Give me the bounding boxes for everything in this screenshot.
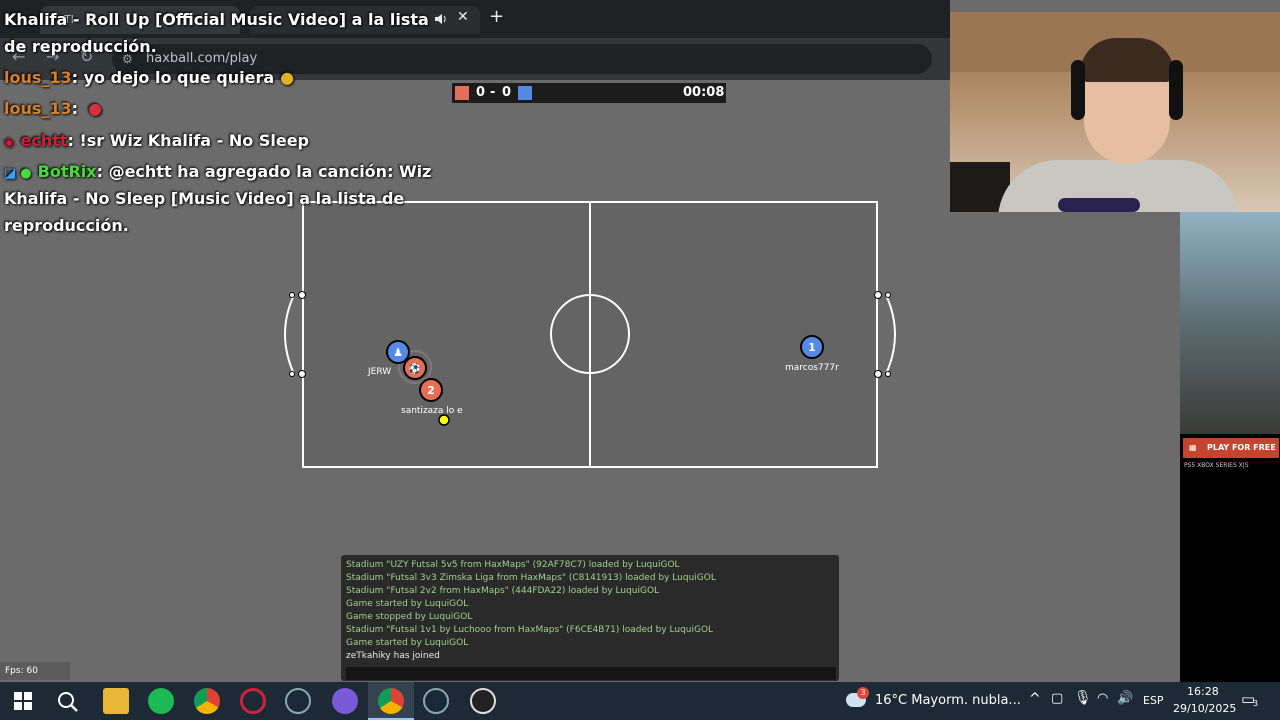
chat-line: reproducción. [4, 216, 129, 235]
close-tab-icon[interactable]: ✕ [457, 9, 469, 25]
blue-team-swatch [518, 86, 532, 100]
headphone-left [1071, 60, 1085, 120]
ad-cta-label: PLAY FOR FREE [1207, 443, 1276, 452]
chat-username: BotRix [37, 162, 97, 181]
chat-line: Khalifa - Roll Up [Official Music Video]… [4, 10, 429, 29]
headphone-right [1169, 60, 1183, 120]
log-line: Stadium "Futsal 1v1 by Luchooo from HaxM… [346, 625, 714, 635]
chat-text: Khalifa - No Sleep [Music Video] a la li… [4, 189, 405, 208]
emote-icon: ● [280, 68, 295, 87]
chat-text: de reproducción. [4, 37, 157, 56]
chat-text: : [71, 99, 79, 118]
player-name-marcos: marcos777r [785, 363, 839, 373]
goal-post [885, 292, 891, 298]
ad-image [1180, 212, 1280, 434]
player-name-jerw: JERW [368, 367, 392, 377]
goal-left [284, 294, 295, 375]
log-line: Stadium "Futsal 3v3 Zimska Liga from Hax… [346, 573, 716, 583]
badge-icon: ◉ [4, 135, 15, 149]
windows-taskbar: 3 16°C Mayorm. nubla... ^ ▢ 🎙 ◠ 🔊 ESP 16… [0, 682, 1280, 720]
url-text: haxball.com/play [146, 51, 258, 66]
log-line: Stadium "UZY Futsal 5v5 from HaxMaps" (9… [346, 560, 680, 570]
spotify-icon[interactable] [148, 688, 174, 714]
steam-icon[interactable] [285, 688, 311, 714]
score-blue: 0 [502, 85, 512, 100]
bot-badge-icon: ◪ [4, 166, 17, 181]
player-name-santizaza: santizaza lo e [401, 406, 463, 416]
chat-line: ◪ ● BotRix: @echtt ha agregado la canción:… [4, 162, 431, 181]
chrome-active-icon[interactable] [378, 688, 404, 714]
obs-icon[interactable] [470, 688, 496, 714]
meet-now-icon[interactable]: ▢ [1051, 691, 1063, 706]
new-tab-button[interactable]: + [489, 6, 504, 27]
chat-text: Khalifa - Roll Up [Official Music Video]… [4, 10, 429, 29]
log-line: Stadium "Futsal 2v2 from HaxMaps" (444FD… [346, 586, 660, 596]
ad-cta-button[interactable]: ▦ PLAY FOR FREE [1183, 438, 1279, 458]
chat-username: echtt [20, 131, 68, 150]
game-chat-input[interactable] [346, 667, 836, 680]
chat-username: lous_13 [4, 68, 72, 87]
game-field[interactable]: JERW santizaza lo e marcos777r [302, 201, 878, 468]
webcam-feed [950, 12, 1280, 212]
microphone [1058, 198, 1140, 212]
chat-line: Khalifa - No Sleep [Music Video] a la li… [4, 189, 404, 208]
goal-post [885, 371, 891, 377]
windows-start-icon[interactable] [14, 692, 32, 710]
chat-text: : !sr Wiz Khalifa - No Sleep [67, 131, 309, 150]
file-explorer-icon[interactable] [103, 688, 129, 714]
chat-line: lous_13: ● [4, 99, 102, 118]
game-timer: 00:08 [683, 85, 725, 100]
fps-counter: Fps: 60 [0, 662, 70, 680]
red-team-swatch [455, 86, 469, 100]
wifi-icon[interactable]: ◠ [1097, 691, 1108, 706]
goal-right [885, 294, 896, 375]
chat-username: lous_13 [4, 99, 72, 118]
chrome-icon[interactable] [194, 688, 220, 714]
weather-text[interactable]: 16°C Mayorm. nubla... [875, 693, 1021, 708]
chat-text: reproducción. [4, 216, 129, 235]
notification-count: 3 [1253, 699, 1259, 708]
chevron-up-icon[interactable]: ^ [1029, 691, 1041, 707]
log-line: zeTkahiky has joined [346, 651, 440, 661]
hair [1080, 38, 1174, 82]
field-lines [302, 201, 878, 468]
ad-banner[interactable]: ▦ PLAY FOR FREE PS5 XBOX SERIES X|S [1180, 212, 1280, 682]
log-line: Game stopped by LuquiGOL [346, 612, 473, 622]
weather-badge: 3 [857, 687, 869, 699]
clock-date[interactable]: 29/10/2025 [1173, 702, 1236, 715]
chat-text: : yo dejo lo que quiera [71, 68, 275, 87]
microphone-icon[interactable]: 🎙 [1074, 690, 1092, 706]
speaker-icon[interactable] [433, 12, 447, 26]
language-indicator[interactable]: ESP [1143, 694, 1164, 707]
verified-icon: ● [20, 166, 32, 181]
chat-line: de reproducción. [4, 37, 157, 56]
scoreboard: 0 - 0 00:08 [452, 83, 726, 103]
log-line: Game started by LuquiGOL [346, 638, 469, 648]
windows-icon: ▦ [1189, 443, 1197, 452]
goal-post [289, 371, 295, 377]
chat-text: : @echtt ha agregado la canción: Wiz [96, 162, 432, 181]
discord-icon[interactable] [332, 688, 358, 714]
volume-icon[interactable]: 🔊 [1117, 691, 1133, 706]
goal-post [289, 292, 295, 298]
search-icon[interactable] [57, 691, 79, 713]
ad-platforms: PS5 XBOX SERIES X|S [1184, 462, 1249, 469]
steam-secondary-icon[interactable] [423, 688, 449, 714]
clock-time[interactable]: 16:28 [1187, 685, 1219, 698]
emote-icon: ● [88, 99, 103, 118]
chat-line: lous_13: yo dejo lo que quiera ● [4, 68, 294, 87]
opera-gx-icon[interactable] [240, 688, 266, 714]
game-chat-log: Stadium "UZY Futsal 5v5 from HaxMaps" (9… [341, 555, 839, 681]
chat-line: ◉ echtt: !sr Wiz Khalifa - No Sleep [4, 131, 309, 150]
score-red: 0 [476, 85, 486, 100]
score-separator: - [490, 85, 496, 100]
log-line: Game started by LuquiGOL [346, 599, 469, 609]
